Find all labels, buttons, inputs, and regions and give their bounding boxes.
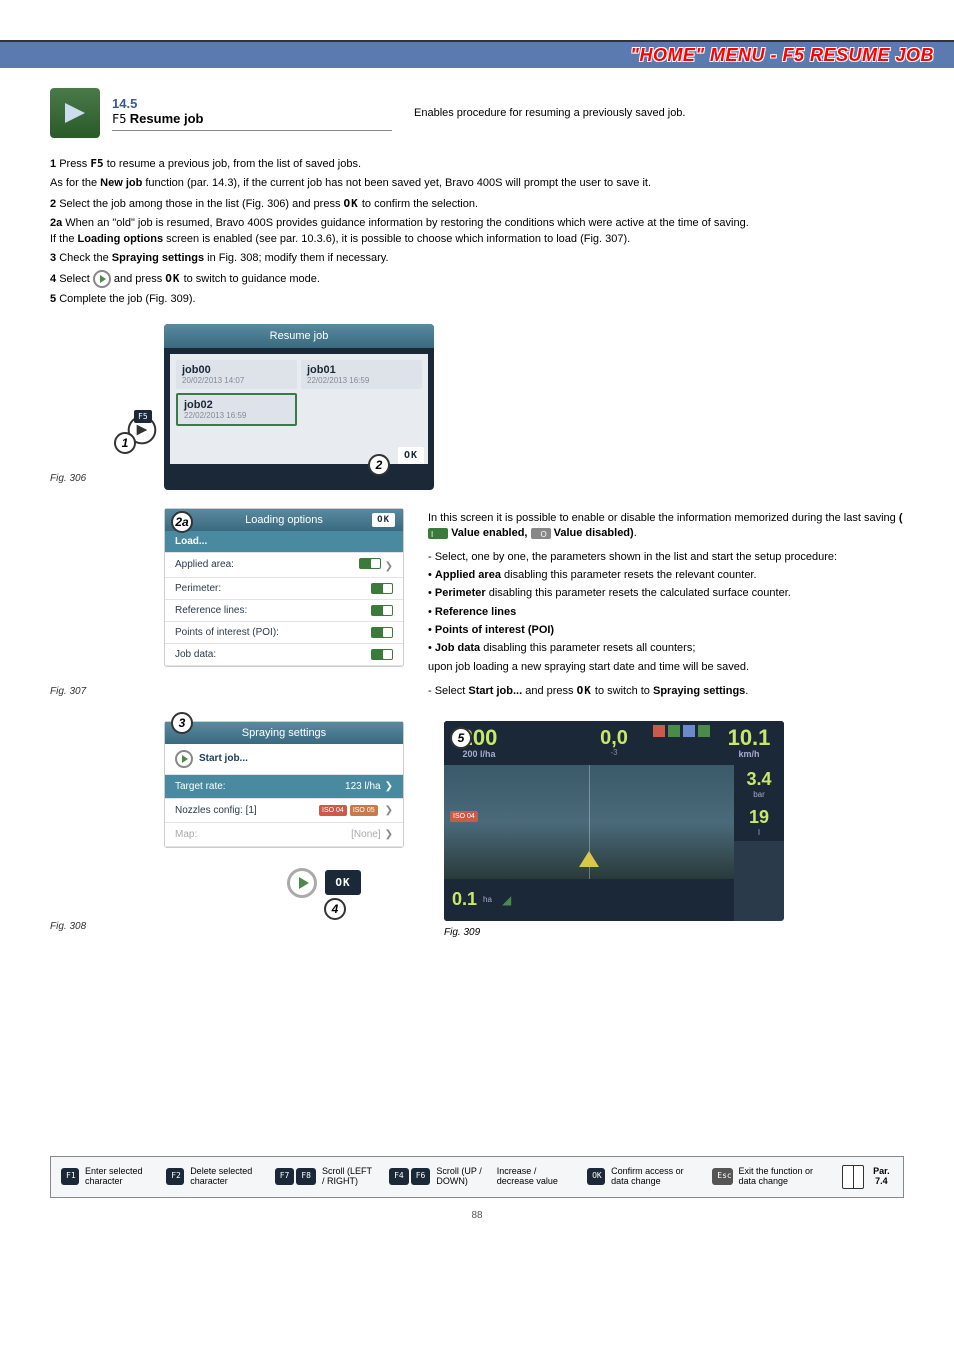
- book-icon: [842, 1165, 863, 1189]
- callout-1: 1: [114, 432, 136, 454]
- job-item[interactable]: job0122/02/2013 16:59: [301, 360, 422, 389]
- status-icon: [683, 725, 695, 737]
- resume-job-icon: [50, 88, 100, 138]
- guidance-window: 5 200200 l/ha 0,0-3 10.1km/h 3.4bar 19l: [444, 721, 784, 921]
- fig309-caption: Fig. 309: [444, 927, 784, 938]
- ok-button[interactable]: OK: [325, 870, 360, 895]
- section-number: 14.5: [112, 96, 392, 111]
- load-row-load[interactable]: Load...: [165, 531, 403, 553]
- tractor-arrow-icon: [579, 851, 599, 867]
- spraying-settings-window: 3 Spraying settings Start job... Target …: [164, 721, 404, 848]
- toggle-icon[interactable]: [371, 627, 393, 638]
- fig308-caption: Fig. 308: [50, 921, 100, 938]
- steps-list: 1 Press F5 to resume a previous job, fro…: [50, 156, 904, 308]
- page-number: 88: [50, 1210, 904, 1221]
- job-item[interactable]: job0020/02/2013 14:07: [176, 360, 297, 389]
- resume-job-titlebar: Resume job: [164, 324, 434, 348]
- esc-key-icon: Esc: [712, 1168, 732, 1185]
- play-icon: [93, 270, 111, 288]
- section-title: Resume job: [130, 111, 204, 126]
- toggle-on-icon: [428, 528, 448, 539]
- status-icon: [668, 725, 680, 737]
- toggle-icon[interactable]: [371, 649, 393, 660]
- f8-key-icon: F8: [296, 1168, 316, 1185]
- callout-2: 2: [368, 454, 390, 476]
- fig306-caption: Fig. 306: [50, 473, 100, 490]
- play-ok-group: OK 4: [244, 868, 404, 898]
- load-row-reference-lines[interactable]: Reference lines:: [165, 600, 403, 622]
- nozzles-config-row[interactable]: Nozzles config: [1]ISO 04ISO 05❯: [165, 799, 403, 823]
- callout-4: 4: [324, 898, 346, 920]
- resume-job-window: F5 1 Resume job job0020/02/2013 14:07 jo…: [164, 324, 434, 490]
- page-header-title: "HOME" MENU - F5 RESUME JOB: [630, 45, 934, 66]
- section-f5: F5: [112, 112, 126, 126]
- status-icon: [653, 725, 665, 737]
- f7-key-icon: F7: [275, 1168, 295, 1185]
- job-item-selected[interactable]: job0222/02/2013 16:59: [176, 393, 297, 426]
- status-icon: [698, 725, 710, 737]
- f5-key-icon: F5 1: [122, 410, 162, 450]
- f6-key-icon: F6: [411, 1168, 431, 1185]
- toggle-icon[interactable]: [371, 605, 393, 616]
- load-row-perimeter[interactable]: Perimeter:: [165, 578, 403, 600]
- f1-key-icon: F1: [61, 1168, 79, 1185]
- loading-options-info: In this screen it is possible to enable …: [428, 508, 904, 703]
- callout-5: 5: [450, 727, 472, 749]
- ok-key-icon: OK: [587, 1168, 605, 1185]
- load-row-poi[interactable]: Points of interest (POI):: [165, 622, 403, 644]
- f4-key-icon: F4: [389, 1168, 409, 1185]
- footer-legend: F1Enter selected character F2Delete sele…: [0, 1156, 954, 1241]
- section-description: Enables procedure for resuming a previou…: [414, 107, 685, 119]
- f2-key-icon: F2: [166, 1168, 184, 1185]
- toggle-off-icon: [531, 528, 551, 539]
- section-header: 14.5 F5 Resume job Enables procedure for…: [50, 88, 904, 138]
- toggle-icon[interactable]: [371, 583, 393, 594]
- map-row[interactable]: Map:[None]❯: [165, 823, 403, 847]
- callout-2a: 2a: [171, 511, 193, 533]
- ok-button[interactable]: OK: [398, 447, 424, 464]
- guidance-field: [444, 765, 734, 879]
- play-icon: [287, 868, 317, 898]
- play-icon: [175, 750, 193, 768]
- load-row-job-data[interactable]: Job data:: [165, 644, 403, 666]
- nozzle-badge: ISO 04: [450, 811, 478, 822]
- loading-options-window: 2a Loading optionsOK Load... Applied are…: [164, 508, 404, 667]
- callout-3: 3: [171, 712, 193, 734]
- ok-button[interactable]: OK: [372, 513, 395, 527]
- area-icon: ◢: [502, 893, 511, 907]
- start-job-row[interactable]: Start job...: [165, 744, 403, 775]
- fig307-caption: Fig. 307: [50, 686, 100, 703]
- page-header-bar: "HOME" MENU - F5 RESUME JOB: [0, 40, 954, 68]
- load-row-applied-area[interactable]: Applied area:❯: [165, 553, 403, 578]
- toggle-icon[interactable]: [359, 558, 381, 569]
- target-rate-row[interactable]: Target rate:123 l/ha❯: [165, 775, 403, 799]
